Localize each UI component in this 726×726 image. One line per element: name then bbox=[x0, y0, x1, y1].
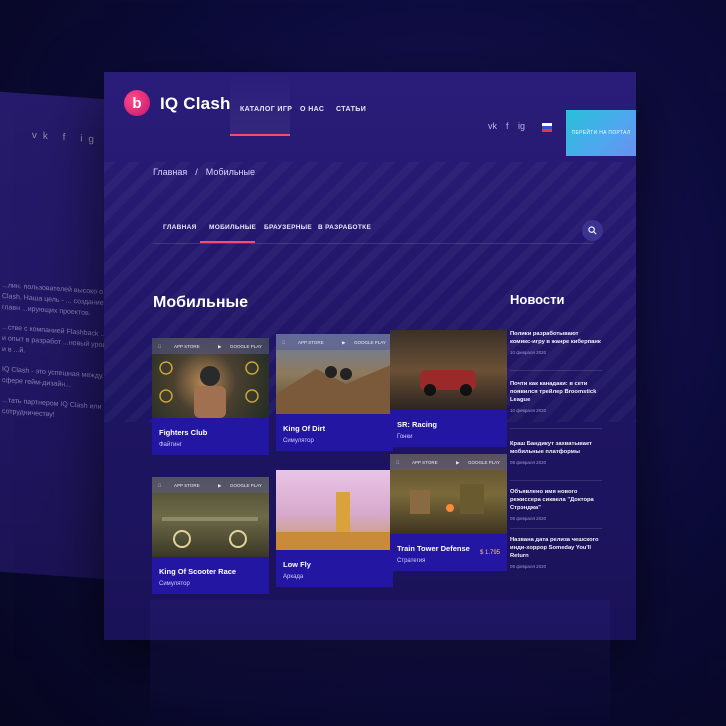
game-name: Fighters Club bbox=[159, 428, 208, 437]
game-card[interactable]:  APP STORE ▶ GOOGLE PLAY King Of Scoote… bbox=[152, 477, 269, 594]
app-store-link[interactable]: APP STORE bbox=[298, 340, 324, 345]
game-thumbnail bbox=[390, 330, 507, 410]
news-item[interactable]: Полики разработывают комикс-игру в жанре… bbox=[510, 330, 602, 355]
game-card[interactable]: SR: Racing Гонки bbox=[390, 330, 507, 447]
floor-reflection bbox=[150, 600, 610, 726]
game-name: SR: Racing bbox=[397, 420, 438, 429]
play-icon[interactable]: ▶ bbox=[456, 460, 459, 466]
news-divider bbox=[510, 428, 602, 429]
facebook-icon: f bbox=[62, 132, 72, 144]
breadcrumb: Главная / Мобильные bbox=[153, 167, 255, 177]
nav-active-indicator bbox=[230, 134, 290, 136]
game-card[interactable]:  APP STORE ▶ GOOGLE PLAY King Of Dirt С… bbox=[276, 334, 393, 451]
apple-icon[interactable]:  bbox=[282, 340, 285, 345]
search-icon bbox=[588, 226, 597, 235]
nav-item-catalog[interactable]: КАТАЛОГ ИГР bbox=[240, 106, 292, 113]
game-name: King Of Scooter Race bbox=[159, 567, 237, 576]
game-genre: Файтинг bbox=[159, 442, 182, 448]
brand-name[interactable]: IQ Clash bbox=[160, 94, 231, 114]
facebook-icon[interactable]: f bbox=[506, 121, 509, 131]
play-icon[interactable]: ▶ bbox=[218, 344, 221, 350]
app-store-link[interactable]: APP STORE bbox=[174, 483, 200, 488]
game-name: King Of Dirt bbox=[283, 424, 326, 433]
racing-car-illustration bbox=[420, 370, 476, 396]
store-bar:  APP STORE ▶ GOOGLE PLAY bbox=[276, 334, 393, 350]
nav-item-about[interactable]: О НАС bbox=[300, 106, 324, 113]
news-item[interactable]: Названа дата релиза чешского инди-хоррор… bbox=[510, 536, 602, 569]
game-name: Train Tower Defense bbox=[397, 544, 470, 553]
news-headline[interactable]: Объявлено имя нового режиссера сиквела "… bbox=[510, 488, 602, 512]
background-social-icons: vk f ig bbox=[32, 130, 100, 146]
tabs-divider bbox=[153, 243, 593, 244]
news-headline[interactable]: Почти как канадаки: в сети появился трей… bbox=[510, 380, 602, 404]
news-headline[interactable]: Названа дата релиза чешского инди-хоррор… bbox=[510, 536, 602, 560]
news-item[interactable]: Краш Бандикут захватывает мобильные плат… bbox=[510, 440, 602, 465]
google-play-link[interactable]: GOOGLE PLAY bbox=[230, 483, 262, 488]
google-play-link[interactable]: GOOGLE PLAY bbox=[354, 340, 386, 345]
news-date: 09 февраля 2020 bbox=[510, 460, 547, 465]
play-icon[interactable]: ▶ bbox=[342, 340, 345, 346]
game-genre: Стратегия bbox=[397, 558, 426, 564]
store-bar:  APP STORE ▶ GOOGLE PLAY bbox=[152, 338, 269, 354]
news-title: Новости bbox=[510, 292, 565, 307]
tab-mobile[interactable]: МОБИЛЬНЫЕ bbox=[209, 224, 256, 231]
russian-flag-icon[interactable] bbox=[542, 123, 552, 132]
search-button[interactable] bbox=[582, 220, 603, 241]
news-headline[interactable]: Полики разработывают комикс-игру в жанре… bbox=[510, 330, 602, 346]
instagram-icon[interactable]: ig bbox=[518, 121, 525, 131]
google-play-link[interactable]: GOOGLE PLAY bbox=[230, 344, 262, 349]
app-store-link[interactable]: APP STORE bbox=[412, 460, 438, 465]
news-item[interactable]: Объявлено имя нового режиссера сиквела "… bbox=[510, 488, 602, 521]
news-date: 09 февраля 2020 bbox=[510, 564, 547, 569]
portal-button[interactable]: ПЕРЕЙТИ НА ПОРТАЛ bbox=[566, 110, 636, 156]
main-window: b IQ Clash КАТАЛОГ ИГР О НАС СТАТЬИ vk f… bbox=[104, 72, 636, 640]
apple-icon[interactable]:  bbox=[396, 460, 399, 465]
section-title: Мобильные bbox=[153, 294, 249, 311]
game-card[interactable]:  APP STORE ▶ GOOGLE PLAY Fighters Club … bbox=[152, 338, 269, 455]
instagram-icon: ig bbox=[80, 133, 100, 146]
news-date: 09 февраля 2020 bbox=[510, 516, 547, 521]
news-divider bbox=[510, 528, 602, 529]
tab-active-indicator bbox=[200, 241, 255, 243]
news-divider bbox=[510, 370, 602, 371]
nav-item-articles[interactable]: СТАТЬИ bbox=[336, 106, 366, 113]
play-icon[interactable]: ▶ bbox=[218, 483, 221, 489]
news-headline[interactable]: Краш Бандикут захватывает мобильные плат… bbox=[510, 440, 602, 456]
news-item[interactable]: Почти как канадаки: в сети появился трей… bbox=[510, 380, 602, 413]
breadcrumb-separator: / bbox=[195, 167, 198, 177]
tab-in-development[interactable]: В РАЗРАБОТКЕ bbox=[318, 224, 371, 231]
game-card[interactable]: Low Fly Аркада bbox=[276, 470, 393, 587]
game-genre: Симулятор bbox=[283, 438, 314, 444]
nav-active-highlight bbox=[230, 72, 290, 136]
apple-icon[interactable]:  bbox=[158, 344, 161, 349]
game-genre: Гонки bbox=[397, 434, 413, 440]
tab-browser[interactable]: БРАУЗЕРНЫЕ bbox=[264, 224, 312, 231]
news-date: 10 февраля 2020 bbox=[510, 408, 547, 413]
vk-icon[interactable]: vk bbox=[488, 121, 497, 131]
news-date: 10 февраля 2020 bbox=[510, 350, 547, 355]
logo-icon[interactable]: b bbox=[124, 90, 150, 116]
game-thumbnail bbox=[276, 470, 393, 550]
game-name: Low Fly bbox=[283, 560, 311, 569]
store-bar:  APP STORE ▶ GOOGLE PLAY bbox=[390, 454, 507, 470]
vk-icon: vk bbox=[31, 130, 54, 143]
breadcrumb-home[interactable]: Главная bbox=[153, 167, 187, 177]
low-fly-illustration bbox=[276, 492, 393, 550]
game-price: $ 1.795 bbox=[479, 550, 500, 556]
breadcrumb-current: Мобильные bbox=[205, 167, 255, 177]
tab-main[interactable]: ГЛАВНАЯ bbox=[163, 224, 197, 231]
game-genre: Симулятор bbox=[159, 581, 190, 587]
top-nav: b IQ Clash КАТАЛОГ ИГР О НАС СТАТЬИ vk f… bbox=[104, 72, 636, 156]
app-store-link[interactable]: APP STORE bbox=[174, 344, 200, 349]
store-bar:  APP STORE ▶ GOOGLE PLAY bbox=[152, 477, 269, 493]
news-divider bbox=[510, 480, 602, 481]
apple-icon[interactable]:  bbox=[158, 483, 161, 488]
game-card[interactable]:  APP STORE ▶ GOOGLE PLAY Train Tower De… bbox=[390, 454, 507, 571]
google-play-link[interactable]: GOOGLE PLAY bbox=[468, 460, 500, 465]
game-genre: Аркада bbox=[283, 574, 304, 580]
